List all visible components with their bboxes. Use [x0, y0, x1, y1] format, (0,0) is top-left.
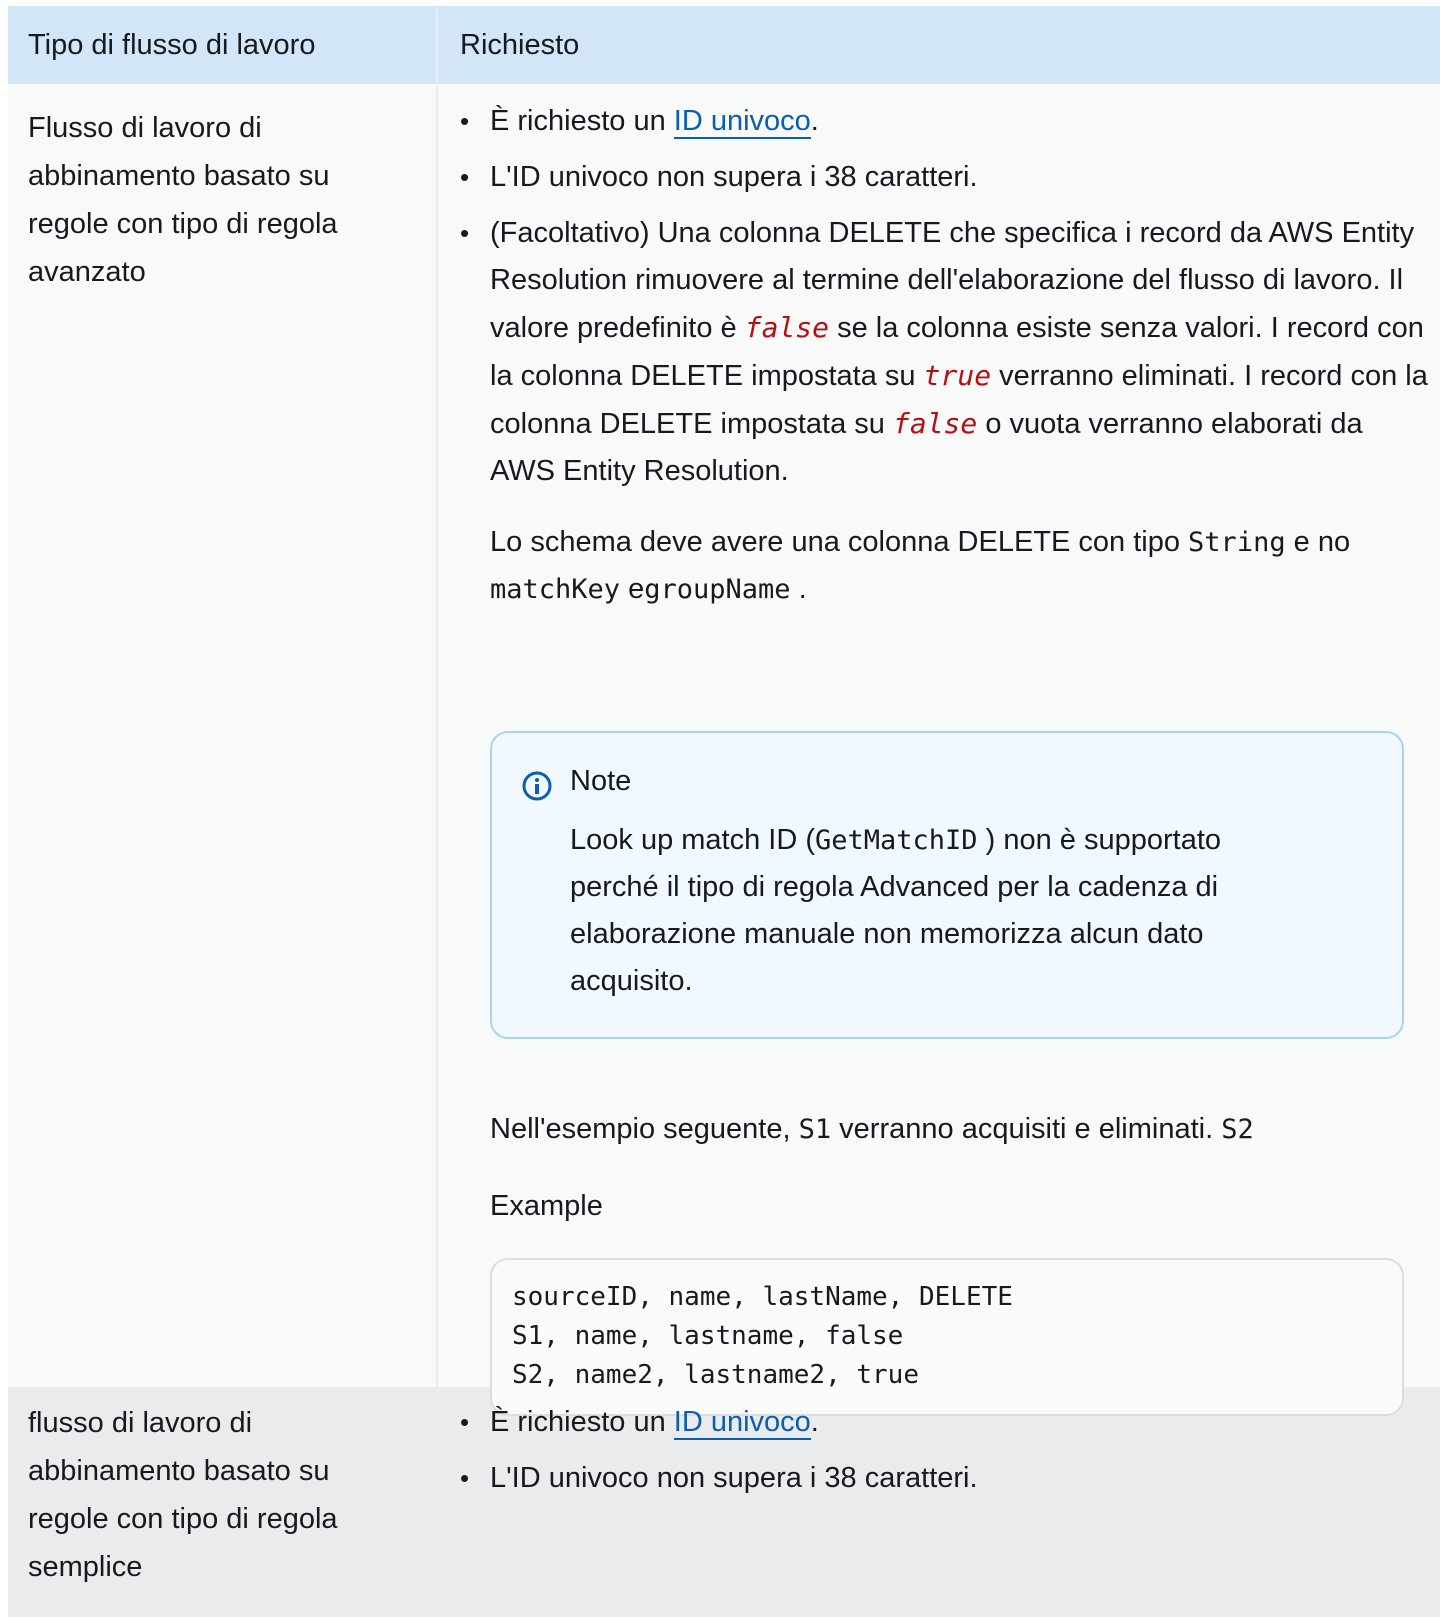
- requirements-list: È richiesto un ID univoco. L'ID univoco …: [438, 1387, 1440, 1502]
- list-item: (Facoltativo) Una colonna DELETE che spe…: [438, 210, 1440, 495]
- schema-paragraph: Lo schema deve avere una colonna DELETE …: [490, 526, 1351, 605]
- table-row: flusso di lavoro di abbinamento basato s…: [8, 1387, 1440, 1617]
- header-required: Richiesto: [460, 29, 580, 61]
- list-item: È richiesto un ID univoco.: [438, 98, 1440, 145]
- example-intro: Nell'esempio seguente, S1 verranno acqui…: [490, 1113, 1254, 1145]
- table-row: Flusso di lavoro di abbinamento basato s…: [8, 84, 1440, 1416]
- note-title: Note: [570, 765, 632, 797]
- workflow-type-simple: flusso di lavoro di abbinamento basato s…: [28, 1407, 338, 1583]
- workflow-type-advanced: Flusso di lavoro di abbinamento basato s…: [28, 112, 338, 288]
- unique-id-link[interactable]: ID univoco: [673, 105, 811, 139]
- header-workflow-type: Tipo di flusso di lavoro: [8, 6, 438, 84]
- example-label: Example: [490, 1190, 603, 1222]
- list-item: L'ID univoco non supera i 38 caratteri.: [438, 154, 1440, 201]
- note-callout: Note Look up match ID (GetMatchID ) non …: [490, 731, 1404, 1039]
- true-code: true: [923, 359, 992, 392]
- unique-id-link[interactable]: ID univoco: [673, 1406, 811, 1440]
- false-code: false: [744, 311, 830, 344]
- requirements-table: Tipo di flusso di lavoro Richiesto Fluss…: [8, 6, 1440, 1617]
- table-header: Tipo di flusso di lavoro Richiesto: [8, 6, 1440, 84]
- requirements-list: È richiesto un ID univoco. L'ID univoco …: [438, 84, 1440, 495]
- list-item: L'ID univoco non supera i 38 caratteri.: [438, 1455, 1440, 1502]
- note-body: Look up match ID (GetMatchID ) non è sup…: [570, 824, 1222, 997]
- list-item: È richiesto un ID univoco.: [438, 1399, 1440, 1446]
- info-circle-icon: [522, 771, 552, 801]
- false-code: false: [892, 407, 978, 440]
